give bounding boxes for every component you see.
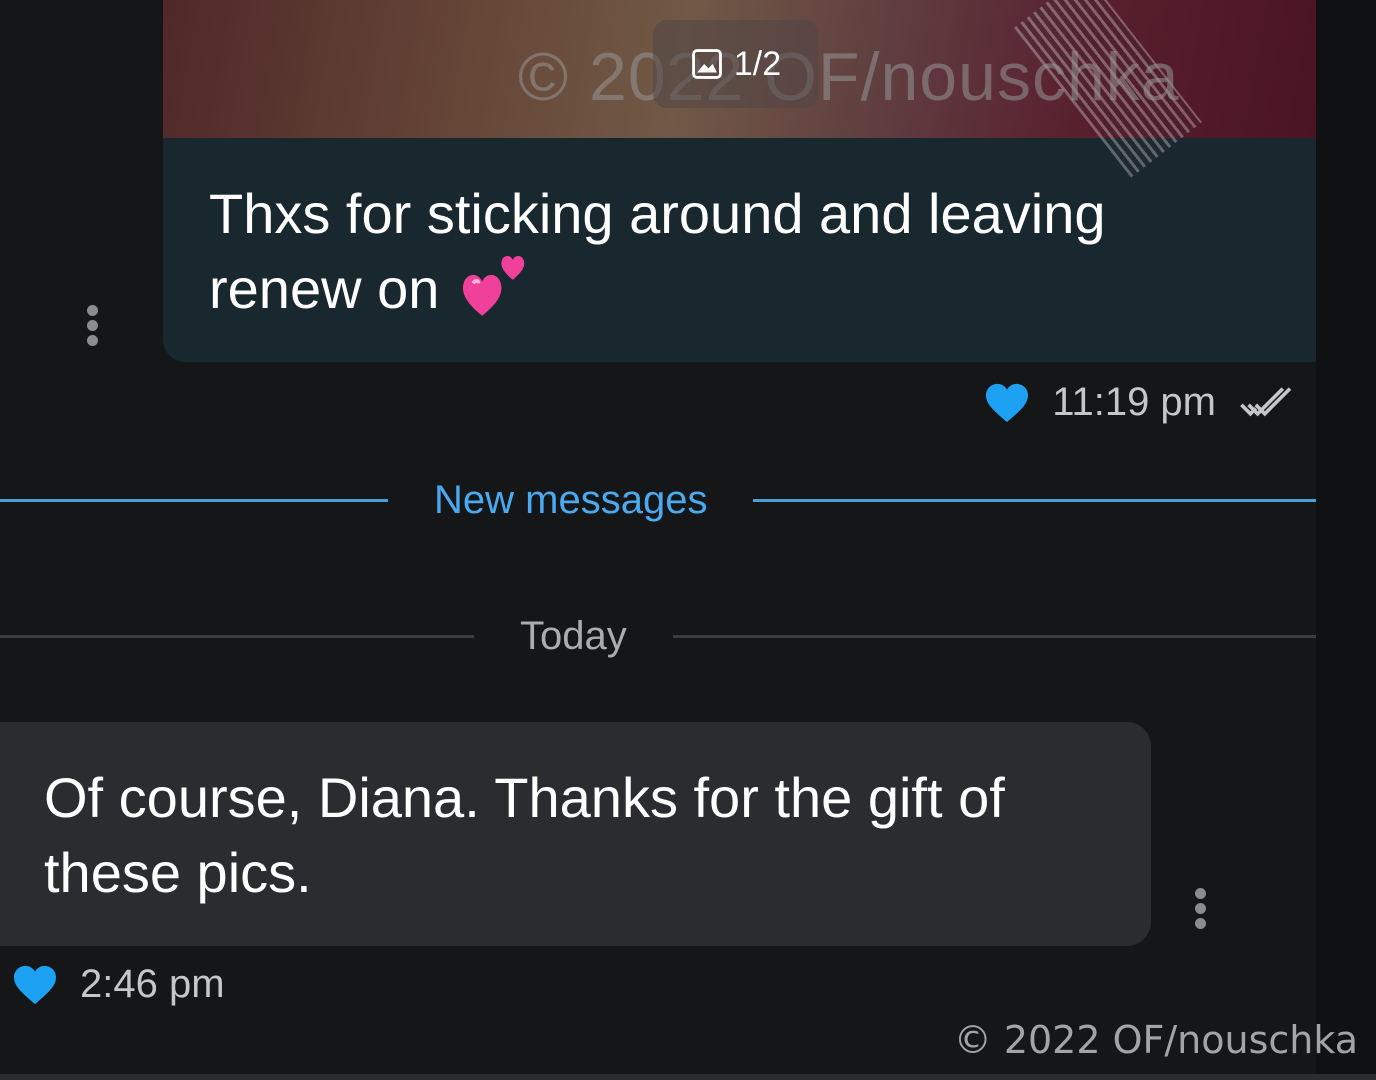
incoming-media-message[interactable]: © 2022 OF/nouschka 1/2 Thxs for sticking… <box>163 0 1316 362</box>
date-divider-label: Today <box>520 614 627 658</box>
outgoing-message[interactable]: Of course, Diana. Thanks for the gift of… <box>0 722 1151 946</box>
outgoing-message-time: 2:46 pm <box>80 962 225 1006</box>
date-divider-line-right <box>672 635 1316 638</box>
outgoing-message-more-icon[interactable] <box>1193 888 1207 933</box>
new-messages-label: New messages <box>434 478 708 522</box>
heart-icon[interactable] <box>12 964 58 1006</box>
new-messages-divider: New messages <box>0 478 1316 523</box>
chat-screen: © 2022 OF/nouschka 1/2 Thxs for sticking… <box>0 0 1376 1080</box>
incoming-message-meta: 11:19 pm <box>984 380 1306 425</box>
right-rail <box>1316 0 1376 1080</box>
image-counter-badge: 1/2 <box>653 20 818 108</box>
date-divider: Today <box>0 614 1316 659</box>
message-photo[interactable]: © 2022 OF/nouschka 1/2 <box>163 0 1316 178</box>
image-icon <box>691 49 722 79</box>
image-counter-text: 1/2 <box>733 44 782 83</box>
photo-watermark: © 2022 OF/nouschka <box>518 39 1180 115</box>
incoming-message-body: Thxs for sticking around and leaving ren… <box>209 182 1106 320</box>
divider-line-right <box>753 499 1316 502</box>
outgoing-message-text: Of course, Diana. Thanks for the gift of… <box>44 766 1005 904</box>
heart-icon[interactable] <box>984 382 1030 424</box>
date-divider-line-left <box>0 635 474 638</box>
incoming-message-more-icon[interactable] <box>85 305 99 350</box>
bottom-edge <box>0 1074 1376 1080</box>
two-hearts-emoji <box>463 256 525 317</box>
footer-watermark: © 2022 OF/nouschka <box>953 1018 1358 1062</box>
double-check-icon <box>1240 386 1292 416</box>
divider-line-left <box>0 499 388 502</box>
incoming-message-time: 11:19 pm <box>1052 380 1216 424</box>
outgoing-message-meta: 2:46 pm <box>12 962 225 1007</box>
